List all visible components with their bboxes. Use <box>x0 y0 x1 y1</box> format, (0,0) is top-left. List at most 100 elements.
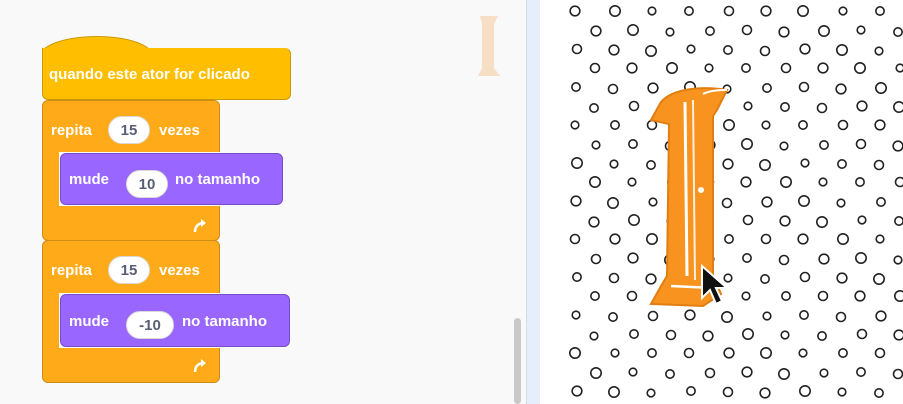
backdrop-dot <box>589 62 601 74</box>
backdrop-dot <box>817 290 829 302</box>
backdrop-dot <box>647 6 657 16</box>
backdrop-dot <box>778 367 791 380</box>
backdrop-dot <box>759 387 771 399</box>
backdrop-dot <box>628 214 641 227</box>
backdrop-dot <box>608 385 621 398</box>
backdrop-dot <box>874 388 884 398</box>
backdrop-dot <box>816 102 828 114</box>
backdrop-dot <box>854 290 866 302</box>
backdrop-dot <box>647 348 657 358</box>
backdrop-dot <box>665 369 675 379</box>
backdrop-dot <box>608 44 620 56</box>
backdrop-dot <box>778 254 790 266</box>
backdrop-dot <box>628 367 638 377</box>
backdrop-dot <box>589 331 599 341</box>
backdrop-dot <box>762 311 772 321</box>
backdrop-dot <box>874 119 886 131</box>
backdrop-dot <box>589 103 599 113</box>
backdrop-dot <box>838 348 848 358</box>
change-suffix: no tamanho <box>182 313 267 330</box>
backdrop-dot <box>894 176 903 188</box>
backdrop-dot <box>817 331 827 341</box>
backdrop-dot <box>588 176 601 189</box>
change-verb: mude <box>69 171 110 188</box>
backdrop-dot <box>760 346 773 359</box>
backdrop-dot <box>590 253 602 265</box>
backdrop-dot <box>855 138 867 150</box>
repeat-count-input[interactable]: 15 <box>108 116 150 144</box>
backdrop-dot <box>702 330 714 342</box>
backdrop-dot <box>874 82 887 95</box>
backdrop-dot <box>838 6 848 16</box>
backdrop-dot <box>741 24 753 36</box>
backdrop-dot <box>723 45 733 55</box>
change-suffix: no tamanho <box>175 171 260 188</box>
backdrop-dot <box>610 120 620 130</box>
backdrop-dot <box>872 272 885 285</box>
repeat-count-input[interactable]: 15 <box>108 256 150 284</box>
backdrop-dot <box>665 27 675 37</box>
backdrop-dot <box>610 348 620 358</box>
backdrop-dot <box>743 101 753 111</box>
backdrop-dot <box>818 177 828 187</box>
backdrop-dot <box>856 367 866 377</box>
hat-block-cap[interactable] <box>42 30 292 50</box>
backdrop-dot <box>704 63 714 73</box>
workspace-scrollbar[interactable] <box>514 318 521 404</box>
backdrop-dot <box>705 26 715 36</box>
backdrop-dot <box>741 291 751 301</box>
backdrop-dot <box>590 25 602 37</box>
mouse-cursor-icon <box>701 264 730 306</box>
backdrop-dot <box>815 216 828 229</box>
backdrop-dot <box>835 83 847 95</box>
backdrop-dot <box>875 6 885 16</box>
backdrop-dot <box>874 347 886 359</box>
repeat-suffix: vezes <box>159 262 200 279</box>
backdrop-dot <box>591 140 601 150</box>
backdrop-dot <box>647 310 659 322</box>
code-workspace[interactable]: quando este ator for clicado repita veze… <box>0 0 526 404</box>
loop-arrow-icon <box>193 219 206 233</box>
backdrop-dot <box>893 27 903 37</box>
backdrop-dot <box>780 176 793 189</box>
backdrop-dot <box>836 198 846 208</box>
backdrop-dot <box>875 234 885 244</box>
backdrop-dot <box>609 159 619 169</box>
backdrop-dot <box>798 384 811 397</box>
backdrop-dot <box>590 291 600 301</box>
backdrop-dot <box>760 5 772 17</box>
backdrop-dot <box>627 177 637 187</box>
backdrop-dot <box>892 368 903 380</box>
backdrop-dot <box>609 233 621 245</box>
backdrop-dot <box>798 348 808 358</box>
backdrop-dot <box>568 346 581 359</box>
backdrop-dot <box>837 387 847 397</box>
backdrop-dot <box>893 255 903 265</box>
backdrop-dot <box>609 5 622 17</box>
backdrop-dot <box>875 310 887 322</box>
when-sprite-clicked-block[interactable]: quando este ator for clicado <box>42 48 291 100</box>
backdrop-dot <box>741 366 753 378</box>
backdrop-dot <box>817 24 830 37</box>
backdrop-dot <box>797 195 810 208</box>
backdrop-dot <box>799 43 811 55</box>
backdrop-dot <box>798 120 808 130</box>
stage[interactable] <box>540 0 903 404</box>
backdrop-dot <box>723 5 735 17</box>
change-size-block-1[interactable]: mude no tamanho <box>60 153 283 205</box>
change-size-block-2[interactable]: mude no tamanho <box>60 294 290 347</box>
backdrop-dot <box>683 347 695 359</box>
backdrop-dot <box>629 329 639 339</box>
backdrop-dot <box>799 310 809 320</box>
backdrop-dot <box>836 233 849 246</box>
sprite-ghost-icon <box>478 16 500 76</box>
backdrop-dot <box>570 157 583 170</box>
repeat-label: repita <box>51 262 92 279</box>
backdrop-dot <box>684 6 694 16</box>
change-size-input[interactable]: -10 <box>126 311 174 339</box>
change-size-input[interactable]: 10 <box>126 170 168 198</box>
backdrop-dot <box>742 214 754 226</box>
backdrop-dot <box>796 5 809 17</box>
backdrop-dot <box>760 233 772 245</box>
backdrop-dot <box>686 44 696 54</box>
